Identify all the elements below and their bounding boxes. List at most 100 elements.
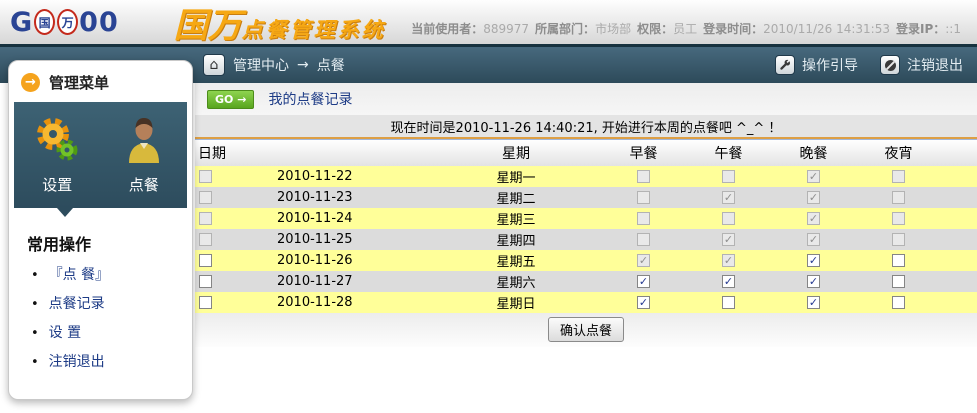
user-info-label: 权限：: [637, 22, 673, 36]
meal-cell-dinner: ✓: [771, 274, 856, 289]
dinner-checkbox: ✓: [807, 191, 820, 204]
night-checkbox[interactable]: [892, 296, 905, 309]
sidebar-shortcut-settings[interactable]: 设置: [14, 102, 101, 208]
main-content: GO → 我的点餐记录 现在时间是2010-11-26 14:40:21, 开始…: [195, 83, 977, 347]
dinner-checkbox: ✓: [807, 212, 820, 225]
meal-cell-night: [856, 274, 941, 289]
sidebar-shortcut-block: 设置 点餐: [14, 102, 187, 208]
meal-cell-lunch: ✓: [686, 274, 771, 289]
breakfast-checkbox[interactable]: ✓: [637, 296, 650, 309]
column-header: 午餐: [686, 143, 771, 163]
user-info-value: 889977: [483, 22, 529, 36]
week-cell: 星期二: [431, 188, 601, 207]
row-checkbox[interactable]: [199, 275, 212, 288]
meal-cell-night: [856, 190, 941, 205]
dinner-checkbox[interactable]: ✓: [807, 254, 820, 267]
nav-action-label: 注销退出: [907, 55, 963, 75]
meal-cell-lunch: [686, 169, 771, 184]
date-cell: 2010-11-23: [231, 190, 431, 205]
meal-cell-breakfast: ✓: [601, 274, 686, 289]
dinner-checkbox: ✓: [807, 170, 820, 183]
table-row: 2010-11-23星期二 ✓ ✓: [195, 187, 977, 208]
brand-title: 国万点餐管理系统: [174, 0, 386, 47]
date-cell: 2010-11-22: [231, 169, 431, 184]
row-checkbox-cell: [195, 211, 231, 226]
sidebar: → 管理菜单 设置: [8, 60, 193, 400]
night-checkbox[interactable]: [892, 254, 905, 267]
sidebar-link[interactable]: 注销退出: [49, 354, 105, 370]
nav-action-guide[interactable]: 操作引导: [775, 55, 858, 75]
breadcrumb-arrow-icon: →: [297, 57, 309, 73]
column-header: 日期: [195, 143, 431, 163]
dinner-checkbox[interactable]: ✓: [807, 296, 820, 309]
top-banner: G 国 万 00 国万点餐管理系统 当前使用者：889977所属部门：市场部权限…: [0, 0, 977, 47]
row-checkbox[interactable]: [199, 296, 212, 309]
breakfast-checkbox[interactable]: ✓: [637, 275, 650, 288]
row-checkbox: [199, 170, 212, 183]
row-checkbox: [199, 191, 212, 204]
breadcrumb-center[interactable]: 管理中心: [233, 55, 289, 75]
logo-letter: 00: [79, 7, 119, 38]
date-cell: 2010-11-24: [231, 211, 431, 226]
column-header: 夜宵: [856, 143, 941, 163]
row-checkbox[interactable]: [199, 254, 212, 267]
breadcrumb-current: 点餐: [317, 55, 345, 75]
dinner-checkbox: ✓: [807, 233, 820, 246]
date-cell: 2010-11-26: [231, 253, 431, 268]
table-row: 2010-11-25星期四✓✓: [195, 229, 977, 250]
row-checkbox-cell: [195, 232, 231, 247]
user-info-value: 员工: [673, 22, 697, 36]
breakfast-checkbox: [637, 233, 650, 246]
logo: G 国 万 00: [10, 7, 119, 38]
meal-cell-night: [856, 295, 941, 310]
column-header: 星期: [431, 143, 601, 163]
lunch-checkbox: ✓: [722, 191, 735, 204]
meal-cell-night: [856, 169, 941, 184]
lunch-checkbox[interactable]: ✓: [722, 275, 735, 288]
confirm-order-button[interactable]: 确认点餐: [548, 317, 624, 342]
row-checkbox: [199, 233, 212, 246]
user-info-label: 所属部门：: [535, 22, 595, 36]
night-checkbox[interactable]: [892, 275, 905, 288]
meal-table: 日期星期早餐午餐晚餐夜宵 2010-11-22星期一✓2010-11-23星期二…: [195, 139, 977, 313]
meal-cell-dinner: ✓: [771, 211, 856, 226]
list-item: 点餐记录: [31, 293, 192, 313]
my-records-link[interactable]: 我的点餐记录: [268, 89, 352, 109]
night-checkbox: [892, 170, 905, 183]
notice-bar: 现在时间是2010-11-26 14:40:21, 开始进行本周的点餐吧 ^_^…: [195, 115, 977, 139]
meal-cell-night: [856, 232, 941, 247]
user-info-label: 登录时间：: [703, 22, 763, 36]
sidebar-link[interactable]: 『点 餐』: [49, 267, 109, 283]
lunch-checkbox: ✓: [722, 254, 735, 267]
meal-cell-night: [856, 253, 941, 268]
table-row: 2010-11-28星期日✓✓: [195, 292, 977, 313]
date-cell: 2010-11-27: [231, 274, 431, 289]
meal-cell-night: [856, 211, 941, 226]
logo-circle-icon: 国: [34, 9, 55, 35]
meal-cell-breakfast: [601, 232, 686, 247]
list-item: 『点 餐』: [31, 264, 192, 284]
dinner-checkbox[interactable]: ✓: [807, 275, 820, 288]
sidebar-link[interactable]: 点餐记录: [49, 296, 105, 312]
row-checkbox: [199, 212, 212, 225]
go-button[interactable]: GO →: [207, 90, 254, 109]
table-body: 2010-11-22星期一✓2010-11-23星期二✓✓2010-11-24星…: [195, 166, 977, 313]
nav-action-logout[interactable]: 注销退出: [880, 55, 963, 75]
meal-cell-dinner: ✓: [771, 190, 856, 205]
meal-cell-lunch: [686, 295, 771, 310]
lunch-checkbox[interactable]: [722, 296, 735, 309]
night-checkbox: [892, 233, 905, 246]
home-icon[interactable]: ⌂: [203, 54, 225, 76]
wrench-icon: [775, 55, 795, 75]
sidebar-shortcut-order[interactable]: 点餐: [101, 102, 188, 208]
table-row: 2010-11-27星期六✓✓✓: [195, 271, 977, 292]
sidebar-link[interactable]: 设 置: [49, 325, 81, 341]
week-cell: 星期五: [431, 251, 601, 270]
lunch-checkbox: [722, 170, 735, 183]
row-checkbox-cell: [195, 190, 231, 205]
row-checkbox-cell: [195, 169, 231, 184]
nav-action-label: 操作引导: [802, 55, 858, 75]
shortcut-label: 设置: [42, 174, 72, 195]
date-cell: 2010-11-28: [231, 295, 431, 310]
meal-cell-breakfast: [601, 190, 686, 205]
